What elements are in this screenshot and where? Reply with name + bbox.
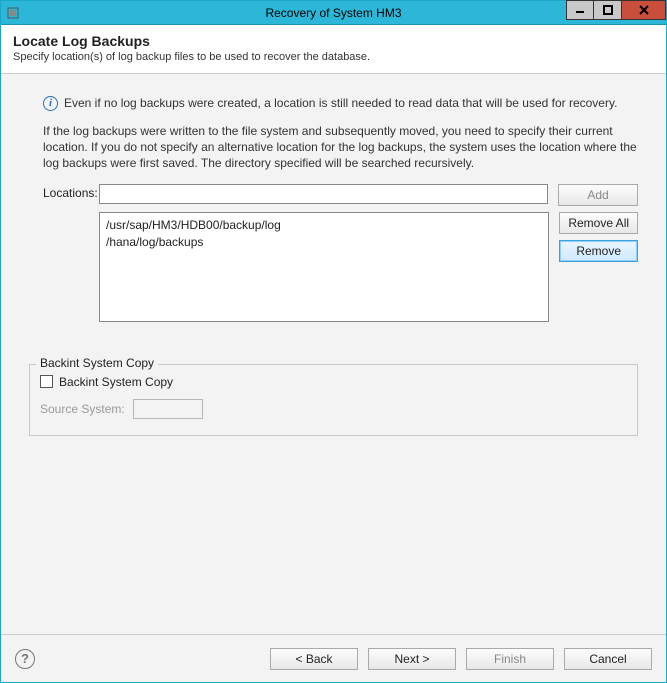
checkbox-icon[interactable] bbox=[40, 375, 53, 388]
locations-row: Locations: Add bbox=[43, 184, 638, 206]
next-button[interactable]: Next > bbox=[368, 648, 456, 670]
help-icon[interactable]: ? bbox=[15, 649, 35, 669]
source-system-input bbox=[133, 399, 203, 419]
page-subtitle: Specify location(s) of log backup files … bbox=[13, 51, 654, 63]
info-text: Even if no log backups were created, a l… bbox=[64, 96, 617, 110]
source-system-row: Source System: bbox=[40, 399, 627, 419]
back-button[interactable]: < Back bbox=[270, 648, 358, 670]
close-button[interactable] bbox=[622, 0, 666, 20]
info-message: i Even if no log backups were created, a… bbox=[43, 96, 638, 111]
finish-button[interactable]: Finish bbox=[466, 648, 554, 670]
wizard-footer: ? < Back Next > Finish Cancel bbox=[1, 634, 666, 682]
minimize-button[interactable] bbox=[566, 0, 594, 20]
locations-label: Locations: bbox=[43, 184, 99, 200]
info-icon: i bbox=[43, 96, 58, 111]
source-system-label: Source System: bbox=[40, 402, 125, 416]
checkbox-label: Backint System Copy bbox=[59, 375, 173, 389]
list-item[interactable]: /usr/sap/HM3/HDB00/backup/log bbox=[106, 217, 542, 234]
list-item[interactable]: /hana/log/backups bbox=[106, 234, 542, 251]
wizard-content: i Even if no log backups were created, a… bbox=[1, 74, 666, 634]
cancel-button[interactable]: Cancel bbox=[564, 648, 652, 670]
recovery-wizard-window: Recovery of System HM3 Locate Log Backup… bbox=[0, 0, 667, 683]
maximize-button[interactable] bbox=[594, 0, 622, 20]
locations-list[interactable]: /usr/sap/HM3/HDB00/backup/log /hana/log/… bbox=[99, 212, 549, 322]
location-input[interactable] bbox=[99, 184, 548, 204]
remove-button[interactable]: Remove bbox=[559, 240, 638, 262]
app-icon bbox=[5, 5, 21, 21]
title-bar[interactable]: Recovery of System HM3 bbox=[1, 1, 666, 25]
remove-all-button[interactable]: Remove All bbox=[559, 212, 638, 234]
page-title: Locate Log Backups bbox=[13, 33, 654, 49]
wizard-header: Locate Log Backups Specify location(s) o… bbox=[1, 25, 666, 74]
add-button[interactable]: Add bbox=[558, 184, 638, 206]
window-controls bbox=[566, 1, 666, 23]
description-paragraph: If the log backups were written to the f… bbox=[43, 123, 638, 172]
backint-group: Backint System Copy Backint System Copy … bbox=[29, 364, 638, 436]
backint-checkbox-row[interactable]: Backint System Copy bbox=[40, 375, 627, 389]
group-legend: Backint System Copy bbox=[36, 356, 158, 370]
